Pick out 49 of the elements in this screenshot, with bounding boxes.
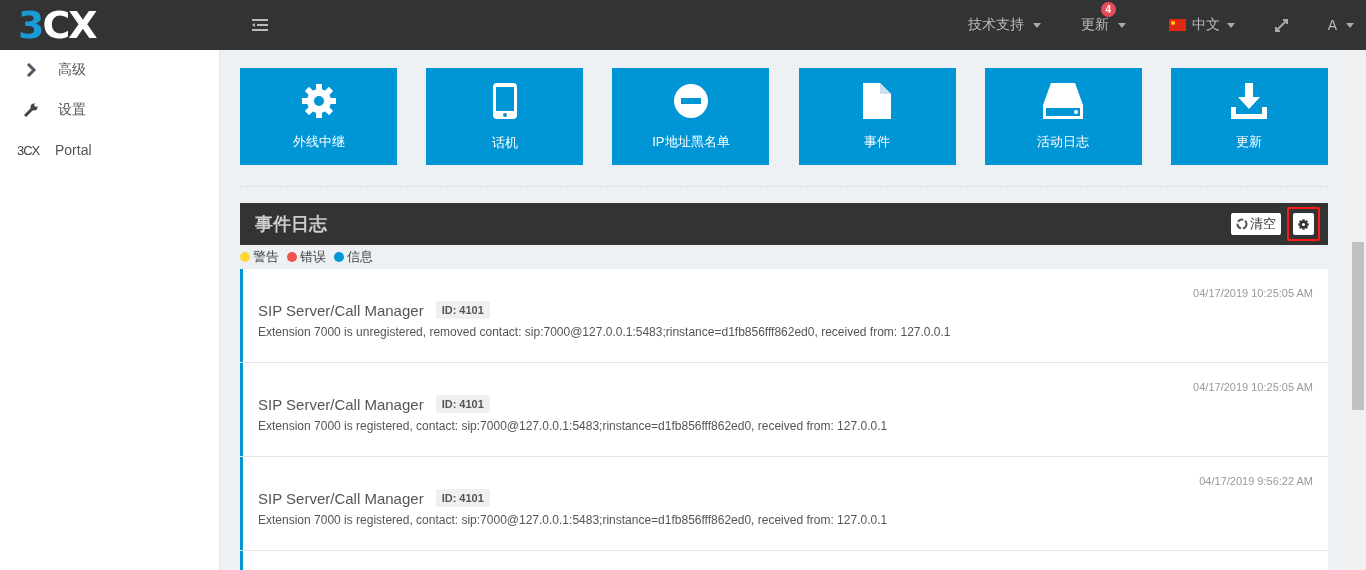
logo-icon: 3CX (17, 142, 43, 158)
sidebar-item[interactable]: 3CX Portal (0, 130, 219, 170)
count-badge: 4 (1100, 2, 1116, 17)
caret-icon[interactable] (1117, 22, 1126, 28)
flag-icon (1168, 19, 1186, 31)
legend-label: 信息 (347, 248, 373, 266)
event-id-tag: ID: 4101 (435, 395, 490, 413)
file-icon (863, 82, 892, 119)
caret-icon (1032, 22, 1041, 28)
menu-dropdown[interactable]: A (1327, 17, 1354, 33)
download-icon (1231, 82, 1268, 119)
sidebar-item[interactable]: 设置 (0, 90, 219, 130)
scrollbar[interactable] (1350, 50, 1366, 570)
fullscreen-icon[interactable] (1274, 18, 1288, 32)
sidebar-label: 高级 (58, 61, 86, 79)
hard-drive-icon (1043, 82, 1084, 119)
language-dropdown[interactable]: 中文 (1191, 16, 1235, 34)
minus-circle-icon (672, 82, 709, 119)
event-time: 04/17/2019 10:25:05 AM (1192, 287, 1313, 299)
event-time: 04/17/2019 9:56:22 AM (1198, 475, 1313, 487)
panel-title: 事件日志 (255, 213, 327, 236)
event-source: SIP Server/Call Manager (258, 301, 424, 319)
menu-dropdown[interactable]: 技术支持 (967, 16, 1041, 34)
logo[interactable]: 3CX (0, 3, 220, 47)
event-source: SIP Server/Call Manager (258, 395, 424, 413)
event-message: Extension 7000 is registered, contact: sip:7000@127.0.0.1:5483;rinstance=d1fb856fff862ed0, received from: 127.0.0.1 (258, 513, 889, 527)
settings-button[interactable] (1293, 213, 1314, 235)
caret-icon (1226, 22, 1235, 28)
event-id-tag: ID: 4101 (435, 301, 490, 319)
event-id-tag: ID: 4101 (435, 489, 490, 507)
recycle-icon (1236, 218, 1248, 230)
chevron-icon (24, 63, 38, 77)
caret-icon (1346, 22, 1354, 28)
event-message: Extension 7000 is registered, contact: sip:7000@127.0.0.1:5483;rinstance=d1fb856fff862ed0, received from: 127.0.0.1 (258, 419, 889, 433)
menu-icon[interactable] (252, 19, 268, 31)
settings-icon (1298, 218, 1309, 230)
event-time: 04/17/2019 10:25:05 AM (1192, 381, 1313, 393)
sidebar-item[interactable]: 高级 (0, 50, 219, 90)
wrench-icon (24, 103, 38, 117)
menu-dropdown[interactable]: 更新 (1080, 16, 1109, 34)
clear-button[interactable]: 清空 (1231, 213, 1281, 235)
sidebar-label: 设置 (58, 101, 86, 119)
event-message: Extension 7000 is unregistered, removed contact: sip:7000@127.0.0.1:5483;rinstance=d1fb856fff862ed0, received from: 127.0.0.1 (258, 325, 952, 339)
legend-label: 错误 (300, 248, 326, 266)
gear-icon (300, 82, 337, 119)
sidebar-label: Portal (55, 142, 92, 158)
smartphone-icon (491, 81, 518, 120)
event-source: SIP Server/Call Manager (258, 489, 424, 507)
legend-label: 警告 (253, 248, 279, 266)
